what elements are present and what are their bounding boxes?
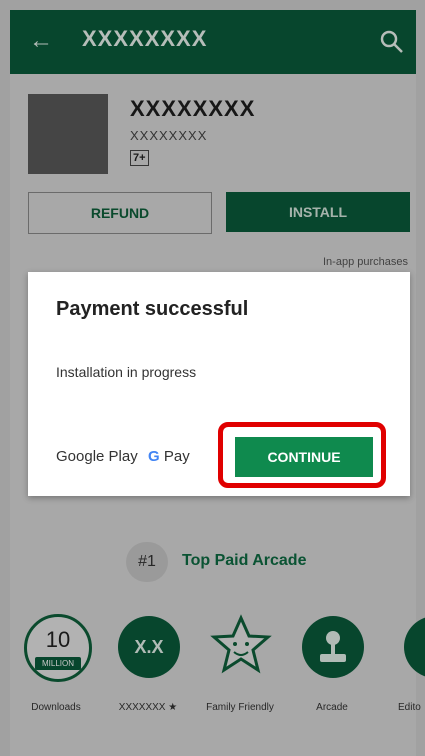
google-play-label: Google Play [56,448,138,465]
phone-screen: ← XXXXXXXX XXXXXXXX XXXXXXXX 7+ REFUND I… [0,0,425,756]
dialog-message: Installation in progress [56,364,197,380]
gpay-label: Pay [163,448,190,465]
dialog-title: Payment successful [56,298,249,320]
gpay-g-letter: G [148,448,160,465]
gpay-logo: G Pay [148,448,190,465]
payment-dialog: Payment successful Installation in progr… [28,272,410,496]
continue-button[interactable]: CONTINUE [235,437,373,477]
continue-highlight: CONTINUE [218,422,386,488]
